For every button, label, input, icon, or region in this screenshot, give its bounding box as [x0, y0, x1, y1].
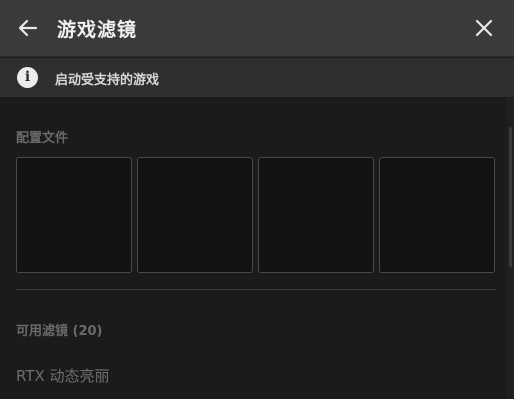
filter-item-rtx-dynamic-vibrance[interactable]: RTX 动态亮丽 [16, 365, 110, 386]
section-divider [16, 289, 496, 290]
profile-slot-3[interactable] [258, 157, 374, 273]
app-header: 游戏滤镜 [0, 0, 514, 57]
info-icon: i [17, 67, 38, 88]
profile-slot-4[interactable] [379, 157, 495, 273]
scrollbar-thumb[interactable] [509, 127, 512, 267]
page-title: 游戏滤镜 [57, 19, 138, 41]
close-icon [475, 19, 493, 37]
scrollbar[interactable] [507, 97, 514, 399]
profile-slot-1[interactable] [16, 157, 132, 273]
profile-slot-2[interactable] [137, 157, 253, 273]
info-message: 启动受支持的游戏 [55, 73, 160, 88]
profiles-section-label: 配置文件 [16, 131, 69, 146]
close-button[interactable] [470, 14, 498, 42]
info-banner: i 启动受支持的游戏 [0, 58, 514, 97]
back-button[interactable] [14, 14, 42, 42]
profile-slots [16, 157, 496, 273]
arrow-left-icon [18, 19, 38, 37]
filters-section-label: 可用滤镜 (20) [16, 324, 103, 339]
